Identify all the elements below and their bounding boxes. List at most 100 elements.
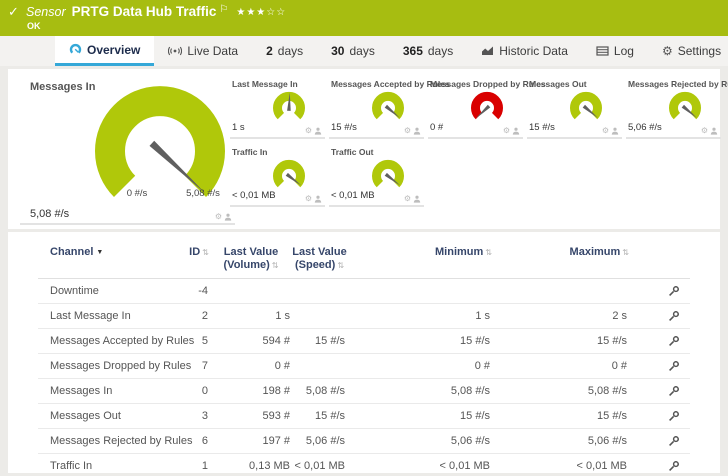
gauge-title: Last Message In: [232, 79, 298, 89]
tab-number: 2: [266, 44, 273, 58]
mini-gear-icon[interactable]: ⚙: [503, 127, 510, 135]
tab-label: days: [278, 44, 303, 58]
tab-2-days[interactable]: 2 days: [252, 36, 317, 66]
gauge-tile-traffic-in[interactable]: Traffic In< 0,01 MB⚙: [230, 145, 325, 207]
gauge-mini-icons[interactable]: ⚙: [305, 127, 322, 135]
cell-channel: Messages Dropped by Rules: [38, 360, 188, 372]
gauge-tile-last-message-in[interactable]: Last Message In1 s⚙: [230, 77, 325, 139]
gauge-mini-icons[interactable]: ⚙: [602, 127, 619, 135]
table-row-traffic-in: Traffic In10,13 MB< 0,01 MB< 0,01 MB< 0,…: [38, 454, 690, 473]
mini-gear-icon[interactable]: ⚙: [305, 195, 312, 203]
object-kind-label: Sensor: [26, 5, 66, 19]
user-icon: [413, 127, 421, 135]
gauge-tile-messages-dropped-by-rules[interactable]: Messages Dropped by Rules0 #⚙: [428, 77, 523, 139]
gear-icon: ⚙: [662, 45, 673, 57]
mini-gear-icon[interactable]: ⚙: [404, 195, 411, 203]
cell-minimum: 15 #/s: [347, 335, 492, 347]
tab-live-data[interactable]: Live Data: [154, 36, 252, 66]
cell-maximum: 5,08 #/s: [492, 385, 629, 397]
gauge-mini-icons[interactable]: ⚙: [305, 195, 322, 203]
cell-last-value-volume: 594 #: [210, 335, 292, 347]
sensor-title: PRTG Data Hub Traffic: [72, 4, 217, 19]
gauge-mini-icons[interactable]: ⚙: [404, 127, 421, 135]
tab-365-days[interactable]: 365days: [389, 36, 467, 66]
cell-id: 2: [188, 310, 210, 322]
gauge-tile-messages-out[interactable]: Messages Out15 #/s⚙: [527, 77, 622, 139]
column-header-channel[interactable]: Channel▼: [38, 246, 188, 259]
cell-last-value-volume: 593 #: [210, 410, 292, 422]
cell-id: 5: [188, 335, 210, 347]
tab-log[interactable]: Log: [582, 36, 648, 66]
cell-last-value-speed: 15 #/s: [292, 410, 347, 422]
user-icon: [314, 195, 322, 203]
channel-settings-icon: [668, 460, 680, 472]
channel-settings-button[interactable]: [629, 285, 690, 297]
tab-historic-data[interactable]: Historic Data: [467, 36, 582, 66]
table-row-messages-in: Messages In0198 #5,08 #/s5,08 #/s5,08 #/…: [38, 379, 690, 404]
cell-channel: Messages Out: [38, 410, 188, 422]
gauge-row-2: Traffic In< 0,01 MB⚙Traffic Out< 0,01 MB…: [230, 145, 424, 207]
cell-id: 1: [188, 460, 210, 472]
cell-last-value-volume: 198 #: [210, 385, 292, 397]
gauge-row-1: Last Message In1 s⚙Messages Accepted by …: [230, 77, 721, 139]
channel-settings-button[interactable]: [629, 310, 690, 322]
cell-channel: Messages Accepted by Rules: [38, 335, 188, 347]
channel-settings-button[interactable]: [629, 360, 690, 372]
table-row-messages-out: Messages Out3593 #15 #/s15 #/s15 #/s: [38, 404, 690, 429]
table-body: Downtime-4Last Message In21 s1 s2 sMessa…: [38, 279, 690, 473]
column-header-id[interactable]: ID⇅: [188, 246, 210, 259]
gauge-panel: Messages In 0 #/s 5,08 #/s 5,08 #/s ⚙ La…: [8, 69, 720, 229]
mini-gear-icon[interactable]: ⚙: [602, 127, 609, 135]
gauge-value: < 0,01 MB: [232, 190, 276, 201]
cell-minimum: < 0,01 MB: [347, 460, 492, 472]
tab-settings[interactable]: ⚙ Settings: [648, 36, 728, 66]
tab-label: Live Data: [187, 44, 238, 58]
mini-gear-icon[interactable]: ⚙: [701, 127, 708, 135]
user-icon: [512, 127, 520, 135]
gauge-mini-icons[interactable]: ⚙: [404, 195, 421, 203]
channel-settings-button[interactable]: [629, 435, 690, 447]
gauge-value: 15 #/s: [529, 122, 555, 133]
mini-gear-icon[interactable]: ⚙: [305, 127, 312, 135]
gauge-mini-icons[interactable]: ⚙: [215, 213, 232, 221]
gauge-title: Traffic Out: [331, 147, 374, 157]
cell-minimum: 5,08 #/s: [347, 385, 492, 397]
live-data-icon: [168, 45, 182, 57]
mini-gear-icon[interactable]: ⚙: [215, 213, 222, 221]
priority-stars[interactable]: ★★★☆☆: [236, 7, 286, 18]
channel-settings-button[interactable]: [629, 385, 690, 397]
gauge-mini-icons[interactable]: ⚙: [701, 127, 718, 135]
historic-data-icon: [481, 45, 494, 57]
table-row-messages-accepted-by-rules: Messages Accepted by Rules5594 #15 #/s15…: [38, 329, 690, 354]
gauge-title: Messages Rejected by Rules: [628, 79, 728, 89]
log-icon: [596, 45, 609, 57]
channel-settings-button[interactable]: [629, 460, 690, 472]
tab-label: Settings: [678, 44, 721, 58]
column-header-minimum[interactable]: Minimum⇅: [347, 246, 492, 259]
flag-icon[interactable]: ⚐: [219, 4, 228, 15]
cell-id: 3: [188, 410, 210, 422]
gauge-tile-messages-accepted-by-rules[interactable]: Messages Accepted by Rules15 #/s⚙: [329, 77, 424, 139]
status-badge: OK: [27, 21, 41, 31]
table-row-last-message-in: Last Message In21 s1 s2 s: [38, 304, 690, 329]
tab-30-days[interactable]: 30days: [317, 36, 389, 66]
column-header-last-value-volume[interactable]: Last Value(Volume)⇅: [210, 246, 292, 272]
sort-icon: ⇅: [202, 248, 209, 257]
tab-overview[interactable]: Overview: [55, 36, 154, 66]
messages-rejected-by-rules-gauge-svg: [663, 89, 707, 127]
channel-settings-button[interactable]: [629, 335, 690, 347]
column-header-maximum[interactable]: Maximum⇅: [492, 246, 629, 259]
cell-minimum: 15 #/s: [347, 410, 492, 422]
gauge-mini-icons[interactable]: ⚙: [503, 127, 520, 135]
channel-settings-button[interactable]: [629, 410, 690, 422]
column-header-last-value-speed[interactable]: Last Value(Speed)⇅: [292, 246, 347, 272]
gauge-tile-traffic-out[interactable]: Traffic Out< 0,01 MB⚙: [329, 145, 424, 207]
mini-gear-icon[interactable]: ⚙: [404, 127, 411, 135]
gauge-tile-messages-in[interactable]: Messages In 0 #/s 5,08 #/s 5,08 #/s ⚙: [20, 75, 235, 225]
channel-table-panel: Channel▼ID⇅Last Value(Volume)⇅Last Value…: [8, 232, 720, 473]
cell-channel: Messages In: [38, 385, 188, 397]
gauge-tile-messages-rejected-by-rules[interactable]: Messages Rejected by Rules5,06 #/s⚙: [626, 77, 721, 139]
tab-number: 30: [331, 44, 344, 58]
cell-last-value-volume: 0,13 MB: [210, 460, 292, 472]
channel-settings-icon: [668, 310, 680, 322]
